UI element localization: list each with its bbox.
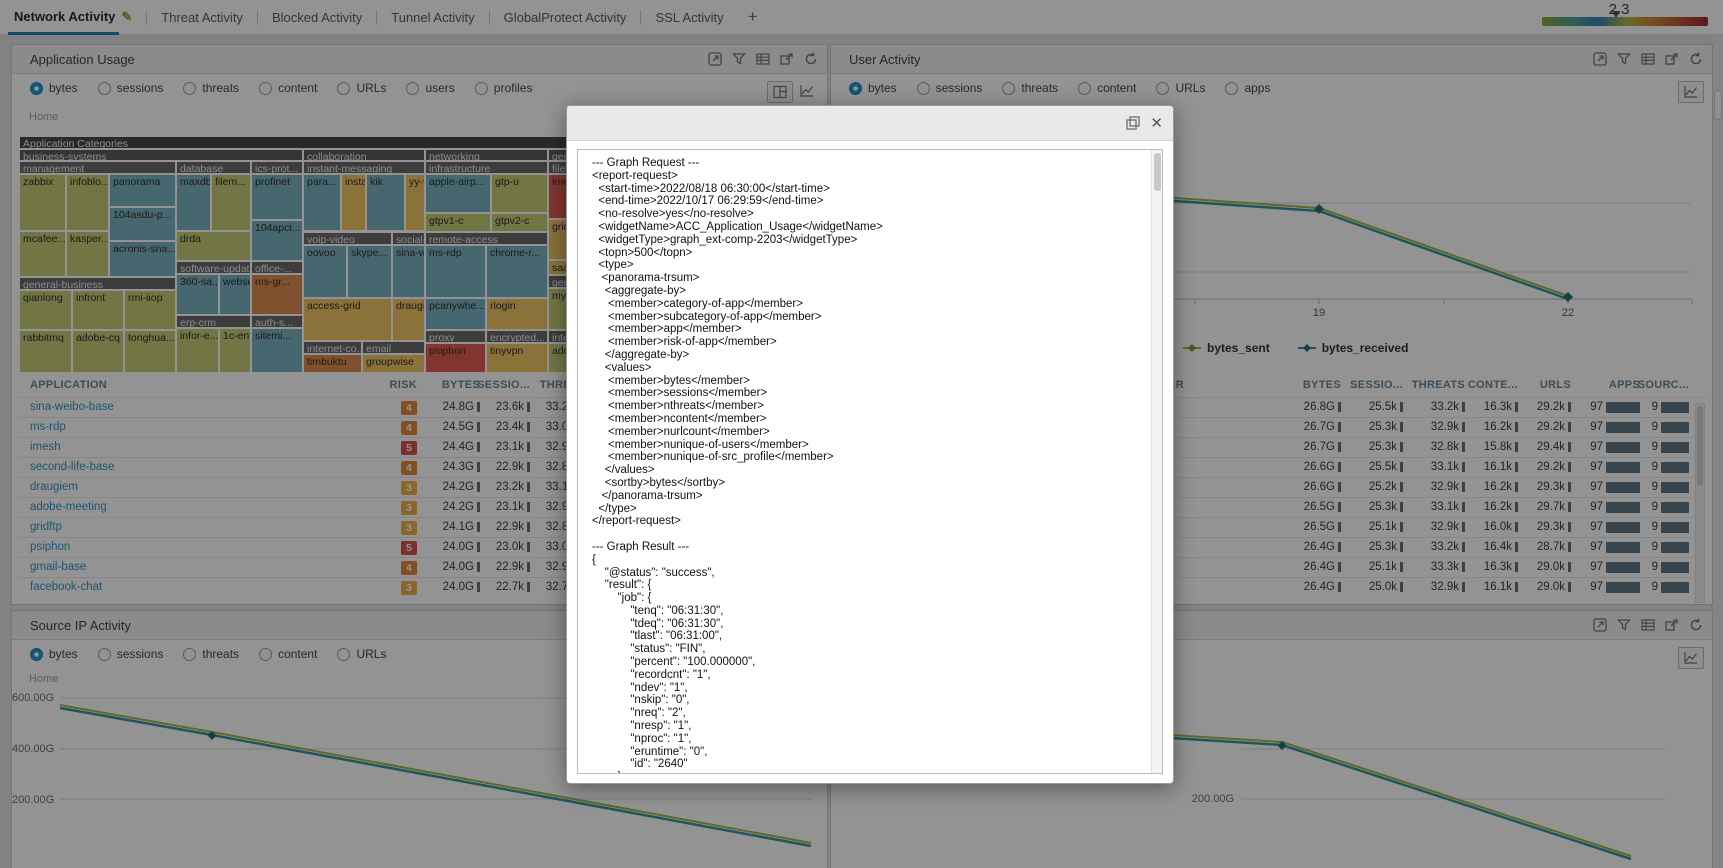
- dialog-scrollbar[interactable]: [1151, 150, 1162, 773]
- dialog-scrollbar-thumb[interactable]: [1154, 153, 1161, 191]
- graph-request-result-text: --- Graph Request --- <report-request> <…: [578, 150, 1162, 774]
- close-icon[interactable]: ✕: [1150, 116, 1163, 131]
- acc-dashboard: Network Activity✎ Threat Activity✎ Block…: [0, 0, 1723, 868]
- restore-window-icon[interactable]: [1125, 115, 1141, 131]
- dialog-title-bar[interactable]: ✕: [567, 106, 1173, 141]
- dialog-content: --- Graph Request --- <report-request> <…: [577, 149, 1163, 774]
- graph-debug-dialog: ✕ --- Graph Request --- <report-request>…: [566, 105, 1174, 784]
